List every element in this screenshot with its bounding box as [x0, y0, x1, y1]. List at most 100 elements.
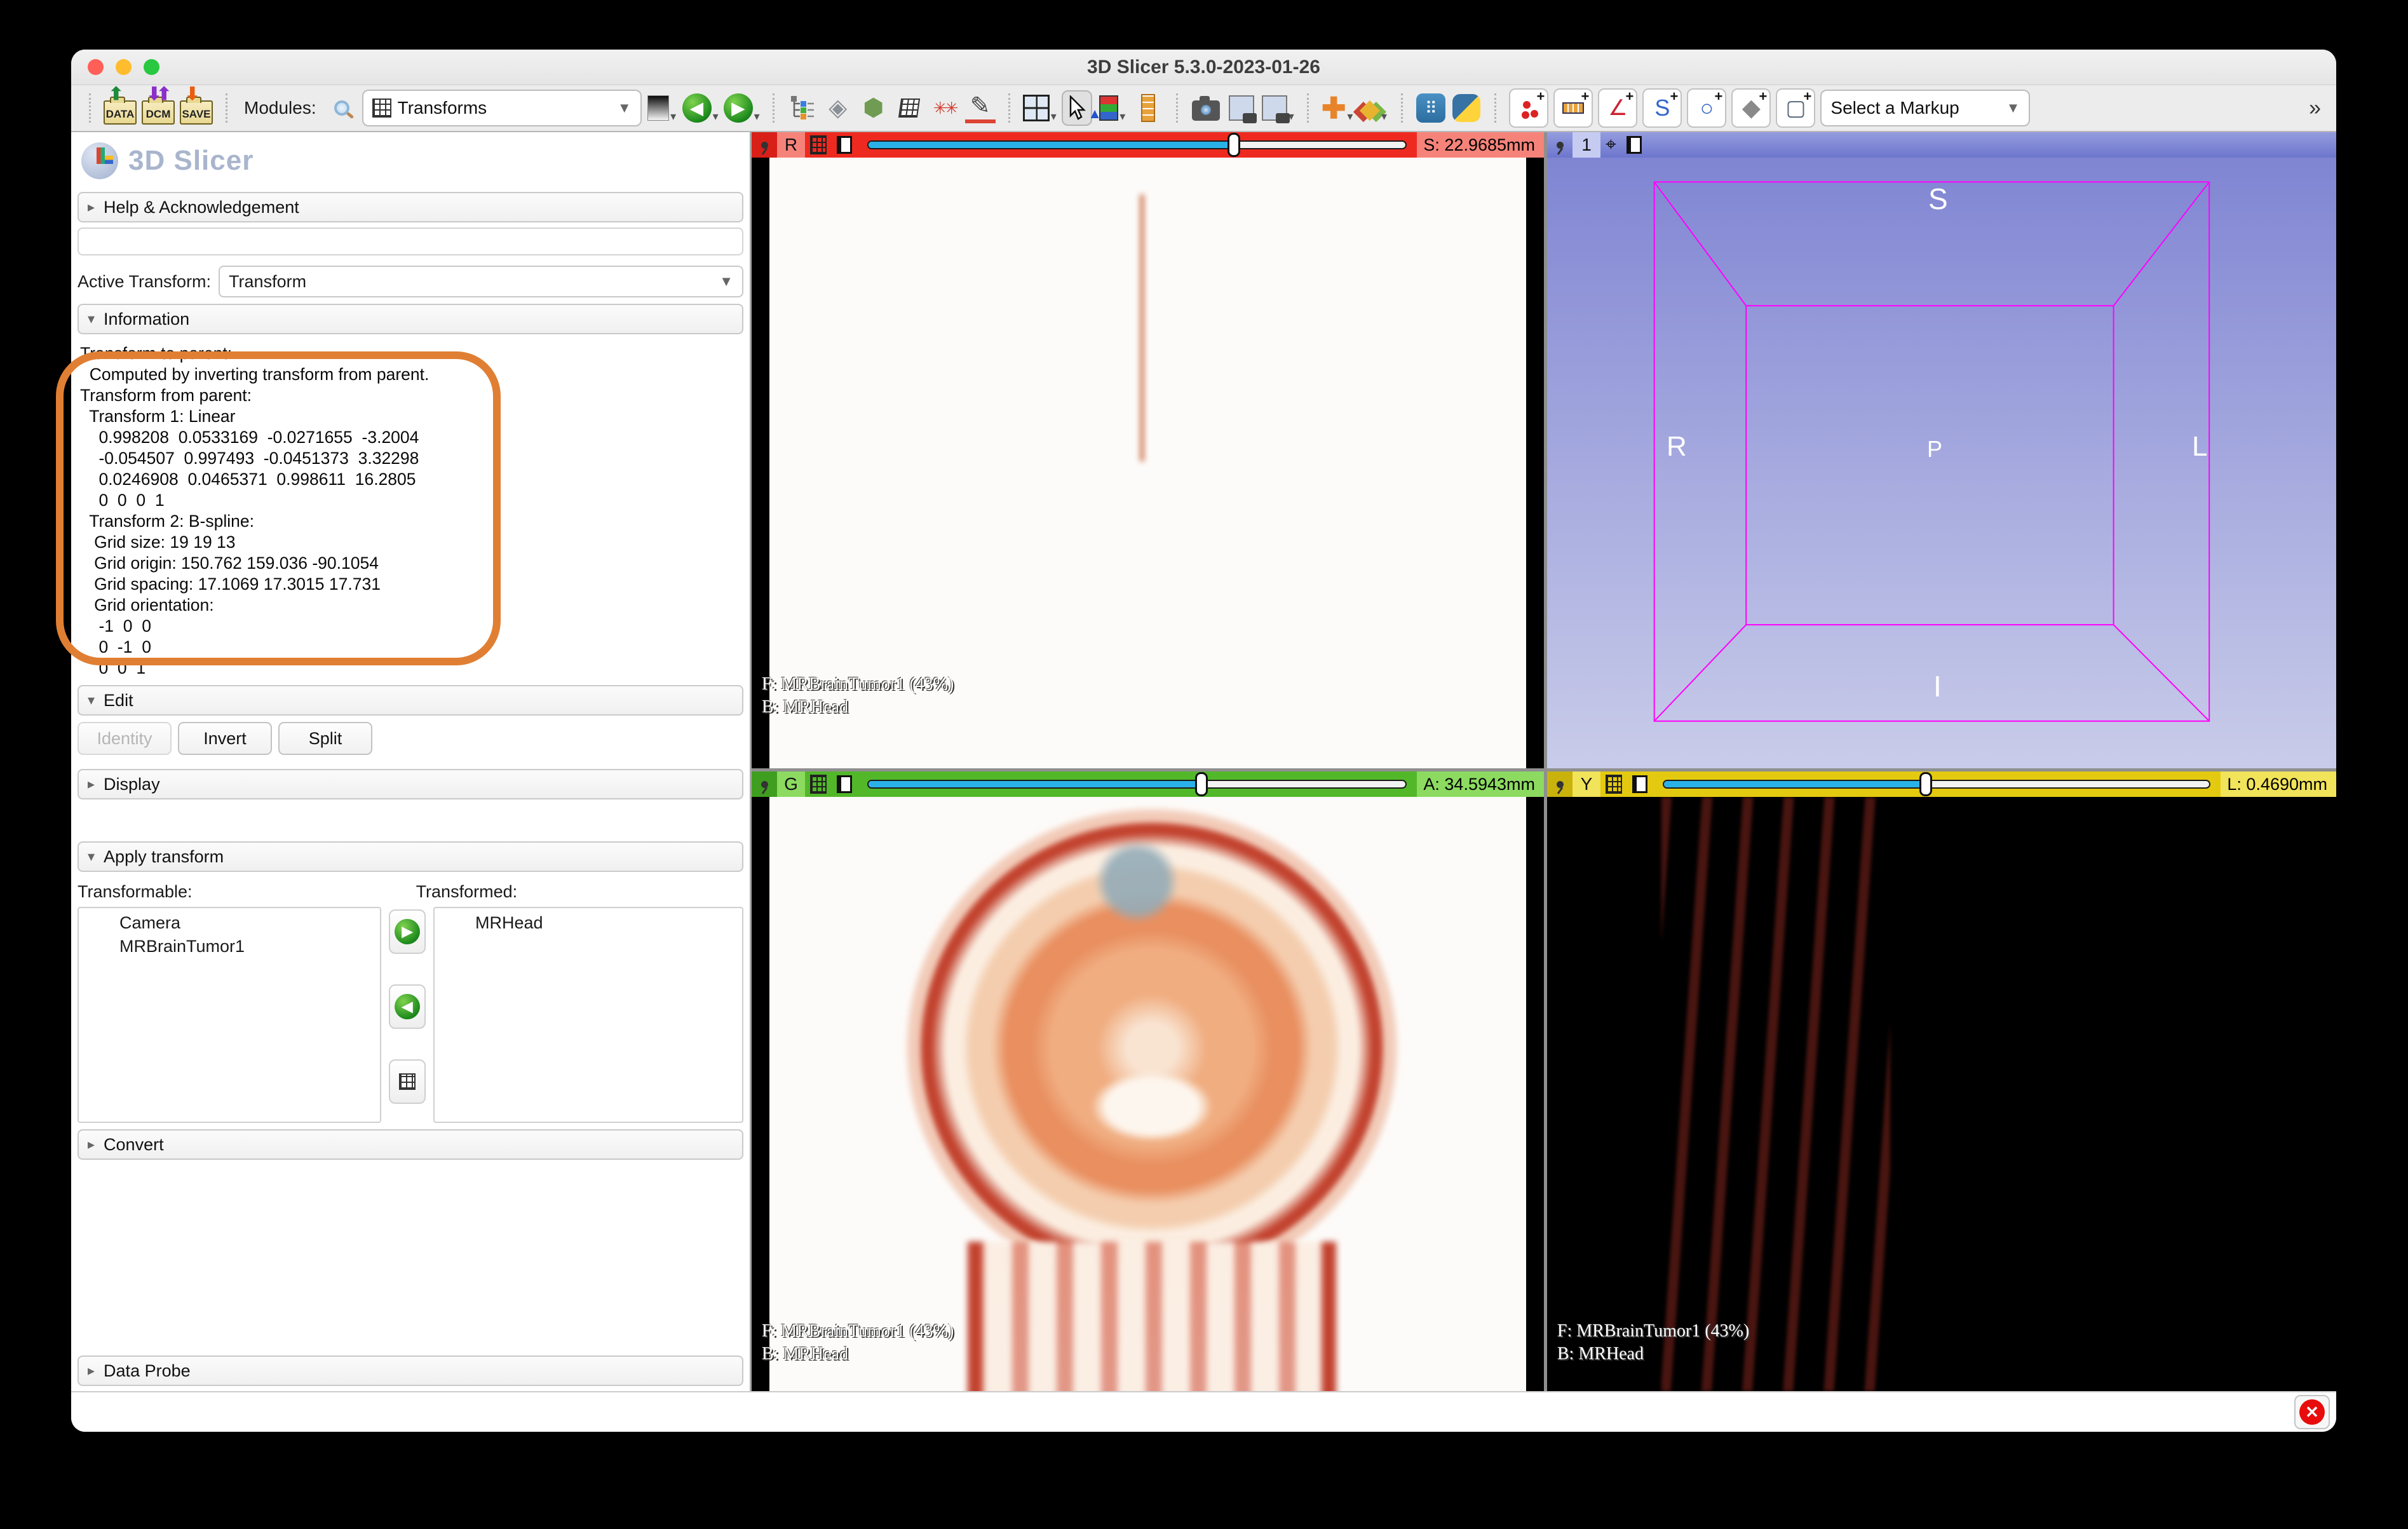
module-panel: 3D Slicer ▸ Help & Acknowledgement Activ…: [71, 132, 752, 1391]
chevron-down-icon: ▾: [1347, 110, 1353, 123]
segmentations-module-button[interactable]: ⬢: [858, 90, 889, 126]
models-module-button[interactable]: ◈: [823, 90, 853, 126]
red-slice-view[interactable]: R S: 22.9685mm F: MRBrai: [752, 132, 1544, 768]
transformed-item[interactable]: MRHead: [475, 913, 742, 933]
scene-view-add-button[interactable]: [1226, 90, 1257, 126]
pin-button[interactable]: [1547, 771, 1573, 797]
pin-button[interactable]: [752, 771, 777, 797]
markup-angle-button[interactable]: ∠: [1598, 88, 1637, 128]
modules-label: Modules:: [244, 98, 316, 118]
toolbar-separator: [1008, 93, 1010, 123]
load-dicom-button[interactable]: ⬇⬆ DCM: [142, 90, 175, 126]
markup-plane-button[interactable]: ◆: [1731, 88, 1771, 128]
sagittal-slice-image[interactable]: [1547, 797, 2336, 1391]
open-curve-icon: S: [1647, 93, 1677, 123]
transformable-item[interactable]: MRBrainTumor1: [119, 937, 380, 956]
layer-overlay-text: F: MRBrainTumor1 (43%) B: MRHead: [1557, 1320, 1749, 1366]
yellow-view-label: Y: [1573, 771, 1600, 797]
cursor-arrow-icon: [1065, 95, 1088, 121]
threeD-view[interactable]: 1 ⌖ S: [1547, 132, 2336, 768]
view-link-icon[interactable]: [837, 136, 852, 154]
ruler-button[interactable]: [1133, 90, 1163, 126]
measurement-line-icon: [1562, 102, 1584, 114]
markup-roi-button[interactable]: ▢: [1776, 88, 1815, 128]
pin-button[interactable]: [752, 132, 777, 158]
screenshot-button[interactable]: [1191, 90, 1221, 126]
identity-button[interactable]: Identity: [78, 722, 172, 755]
data-module-button[interactable]: [787, 90, 818, 126]
crosshair-icon: ✚: [1322, 91, 1346, 125]
slice-offset-slider[interactable]: [1663, 780, 2210, 789]
markups-module-button[interactable]: ✳✳: [930, 90, 960, 126]
module-history-button[interactable]: ▾: [647, 90, 677, 126]
crosshair-button[interactable]: ✚▾: [1322, 90, 1353, 126]
scene-view-restore-button[interactable]: ▾: [1262, 90, 1294, 126]
folder-label: DATA: [106, 109, 135, 119]
section-data-probe[interactable]: ▸ Data Probe: [78, 1356, 743, 1386]
toolbar-overflow-button[interactable]: »: [2309, 96, 2326, 121]
transformable-item[interactable]: Camera: [119, 913, 380, 933]
module-back-button[interactable]: ◀▾: [682, 90, 719, 126]
slider-handle[interactable]: [1919, 772, 1932, 796]
layout-selector-button[interactable]: ▾: [1023, 90, 1057, 126]
save-button[interactable]: ⬇ SAVE: [180, 90, 213, 126]
panel-spacer: [78, 1160, 743, 1349]
chevron-down-icon: ▾: [88, 692, 95, 709]
section-edit[interactable]: ▾ Edit: [78, 685, 743, 716]
section-help[interactable]: ▸ Help & Acknowledgement: [78, 192, 743, 222]
section-display[interactable]: ▸ Display: [78, 769, 743, 799]
markup-fiducial-button[interactable]: [1509, 88, 1548, 128]
python-console-button[interactable]: [1451, 90, 1482, 126]
view-link-icon[interactable]: [1632, 775, 1647, 793]
pin-button[interactable]: [1547, 132, 1573, 158]
slice-offset-slider[interactable]: [867, 780, 1407, 789]
transform-visibility-icon[interactable]: [1606, 775, 1622, 794]
extensions-manager-button[interactable]: ⠿: [1416, 90, 1446, 126]
segment-editor-module-button[interactable]: ✎: [965, 90, 996, 126]
module-selector[interactable]: Transforms ▼: [362, 90, 642, 126]
module-forward-button[interactable]: ▶▾: [724, 90, 760, 126]
chevron-down-icon: ▾: [754, 110, 760, 123]
section-apply-transform[interactable]: ▾ Apply transform: [78, 841, 743, 872]
slider-handle[interactable]: [1195, 772, 1208, 796]
maximize-view-icon[interactable]: [1627, 136, 1642, 154]
slice-offset-slider[interactable]: [867, 140, 1407, 149]
error-log-button[interactable]: ✕: [2294, 1395, 2330, 1429]
transformed-list[interactable]: MRHead: [433, 907, 743, 1123]
camera-icon: [1192, 100, 1220, 121]
folder-label: DCM: [146, 109, 171, 119]
load-data-button[interactable]: ⬆ DATA: [104, 90, 137, 126]
active-transform-selector[interactable]: Transform ▼: [219, 266, 743, 297]
subject-hierarchy-icon: [788, 93, 817, 123]
foreground-layer-label: F: MRBrainTumor1 (43%): [1557, 1320, 1749, 1343]
green-slice-view[interactable]: G A: 34.5943mm: [752, 771, 1544, 1391]
forward-arrow-icon: ▶: [724, 93, 753, 123]
markup-selector-value: Select a Markup: [1830, 98, 1959, 118]
transformable-list[interactable]: Camera MRBrainTumor1: [78, 907, 381, 1123]
view-link-icon[interactable]: [837, 775, 852, 793]
slider-handle[interactable]: [1228, 133, 1240, 157]
section-label: Display: [104, 775, 160, 794]
transform-visibility-icon[interactable]: [810, 775, 827, 794]
split-button[interactable]: Split: [278, 722, 372, 755]
yellow-slice-view[interactable]: Y L: 0.4690mm: [1547, 771, 2336, 1391]
markup-open-curve-button[interactable]: S: [1642, 88, 1682, 128]
harden-transform-button[interactable]: [389, 1059, 426, 1104]
markup-selector[interactable]: Select a Markup ▼: [1820, 90, 2030, 126]
slice-intersections-button[interactable]: ◆▾: [1358, 90, 1388, 126]
module-search-button[interactable]: [327, 90, 357, 126]
pin-icon: [1557, 142, 1564, 149]
markup-line-button[interactable]: [1553, 88, 1593, 128]
markup-closed-curve-button[interactable]: ○: [1687, 88, 1726, 128]
transforms-module-button[interactable]: [894, 90, 924, 126]
window-level-button[interactable]: ▾: [1097, 90, 1128, 126]
remove-transform-button[interactable]: ◀: [389, 984, 426, 1029]
apply-transform-button[interactable]: ▶: [389, 909, 426, 954]
section-information[interactable]: ▾ Information: [78, 304, 743, 334]
green-view-label: G: [777, 771, 805, 797]
invert-button[interactable]: Invert: [178, 722, 272, 755]
transform-visibility-icon[interactable]: [810, 135, 827, 154]
section-convert[interactable]: ▸ Convert: [78, 1129, 743, 1160]
coronal-slice-image[interactable]: [752, 797, 1544, 1391]
center-view-icon[interactable]: ⌖: [1606, 134, 1616, 156]
